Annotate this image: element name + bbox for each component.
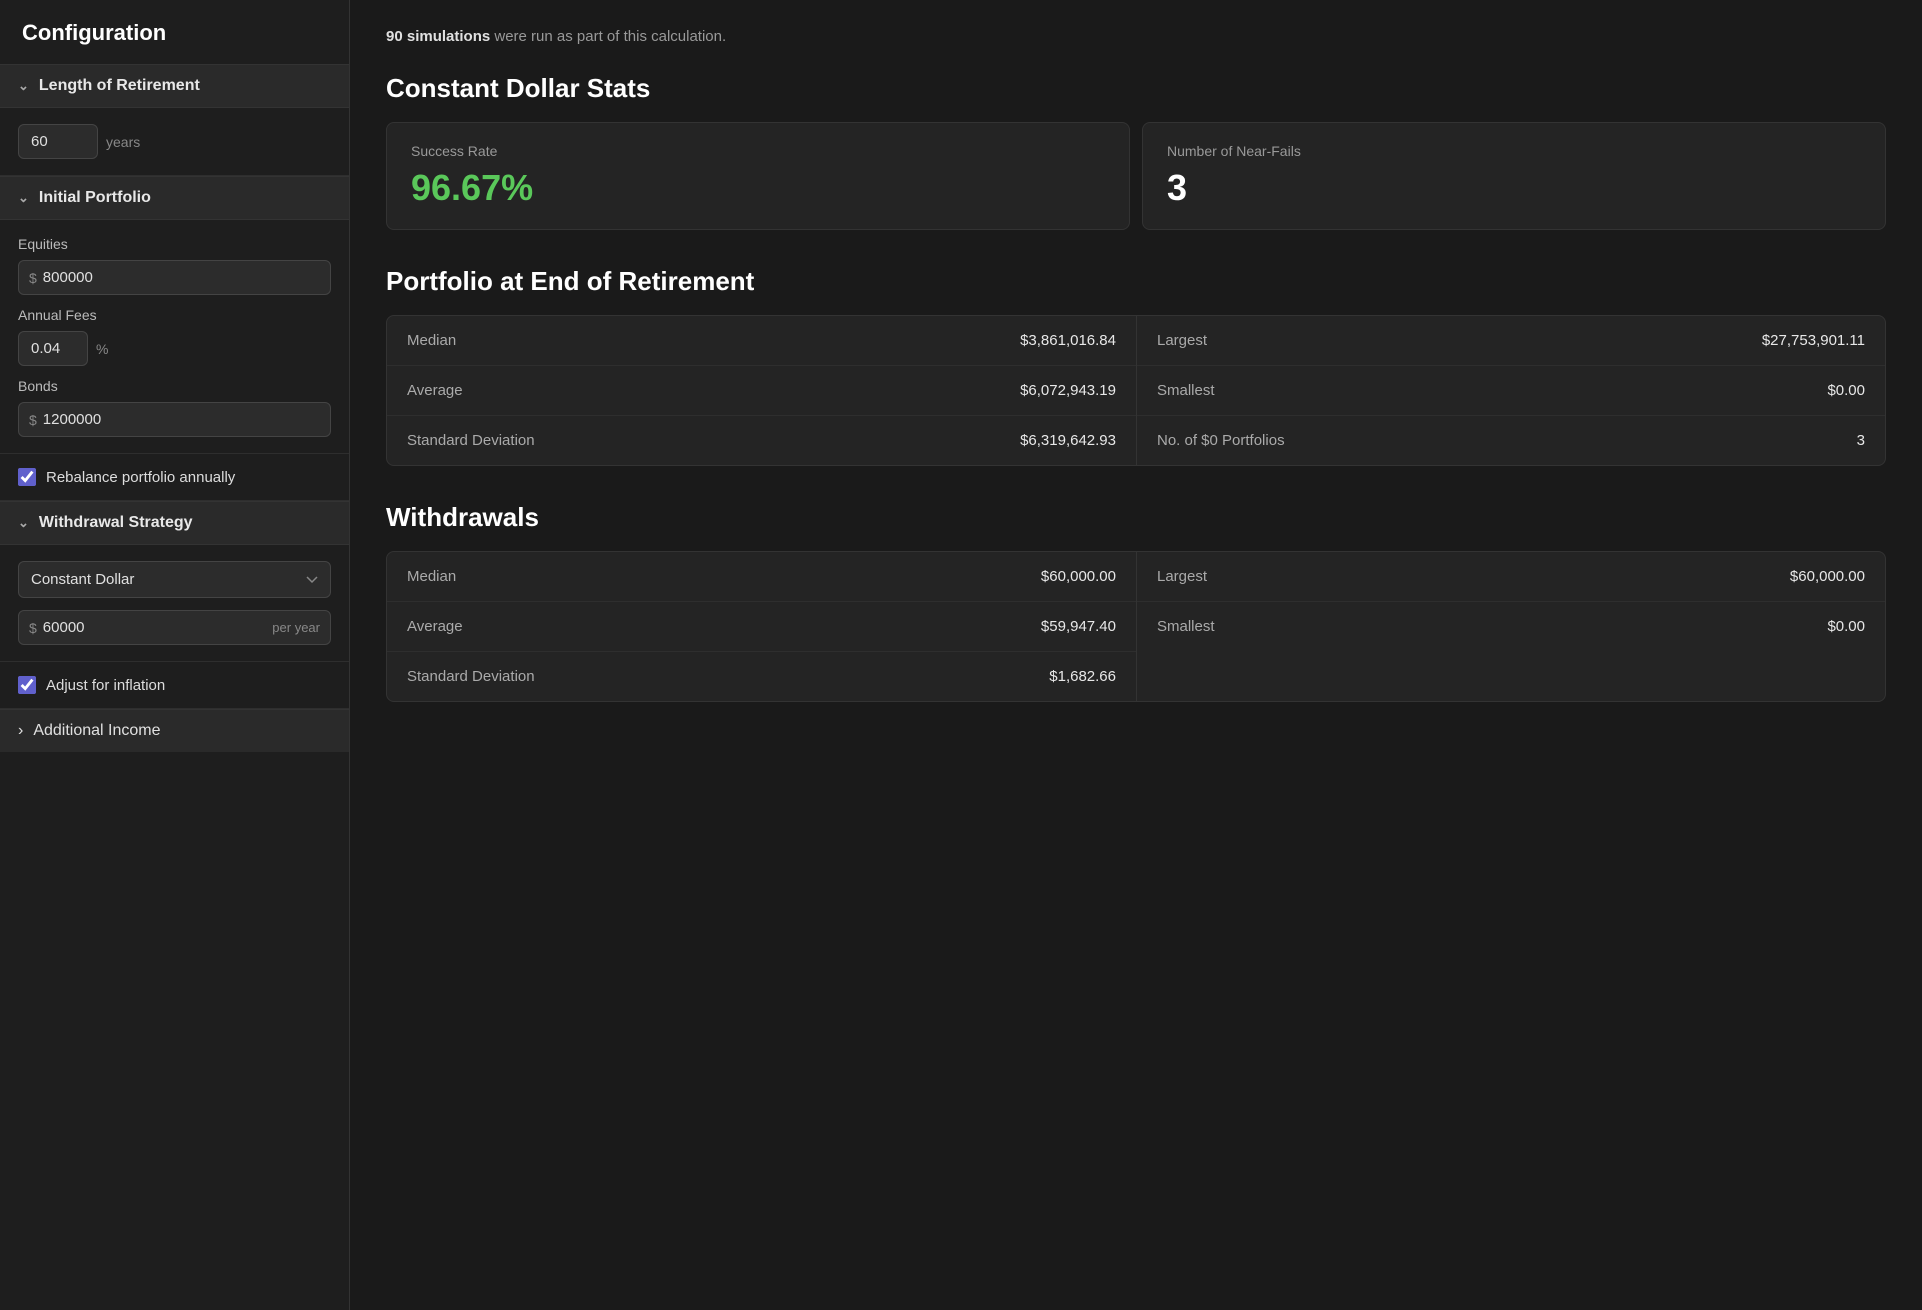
chevron-withdrawal-icon: ⌄ xyxy=(18,515,29,531)
length-of-retirement-body: years xyxy=(0,108,349,176)
annual-fees-input[interactable] xyxy=(18,331,88,366)
table-row: Average $6,072,943.19 xyxy=(387,366,1136,416)
row-label: Standard Deviation xyxy=(407,432,535,449)
table-row: Median $3,861,016.84 xyxy=(387,316,1136,366)
portfolio-left-col: Median $3,861,016.84 Average $6,072,943.… xyxy=(387,316,1136,465)
rebalance-label[interactable]: Rebalance portfolio annually xyxy=(46,469,235,486)
simulation-note: 90 simulations were run as part of this … xyxy=(386,28,1886,45)
row-label: Median xyxy=(407,568,456,585)
section-header-withdrawal[interactable]: ⌄ Withdrawal Strategy xyxy=(0,501,349,545)
bonds-input[interactable] xyxy=(43,411,320,428)
table-row: Largest $60,000.00 xyxy=(1137,552,1885,602)
main-content: 90 simulations were run as part of this … xyxy=(350,0,1922,1310)
near-fails-label: Number of Near-Fails xyxy=(1167,143,1861,159)
row-value: $27,753,901.11 xyxy=(1762,332,1865,349)
row-value: $0.00 xyxy=(1827,618,1865,635)
portfolio-right-col: Largest $27,753,901.11 Smallest $0.00 No… xyxy=(1136,316,1885,465)
inflation-checkbox[interactable] xyxy=(18,676,36,694)
section-label-length-of-retirement: Length of Retirement xyxy=(39,77,200,95)
portfolio-table-inner: Median $3,861,016.84 Average $6,072,943.… xyxy=(387,316,1885,465)
annual-fees-pct: % xyxy=(96,341,108,357)
annual-fees-label: Annual Fees xyxy=(18,307,331,323)
row-label: Average xyxy=(407,382,463,399)
row-label: Median xyxy=(407,332,456,349)
row-label: Standard Deviation xyxy=(407,668,535,685)
row-label: Smallest xyxy=(1157,618,1215,635)
table-row: Standard Deviation $1,682.66 xyxy=(387,652,1136,701)
chevron-portfolio-icon: ⌄ xyxy=(18,190,29,206)
row-value: $60,000.00 xyxy=(1041,568,1116,585)
chevron-length-icon: ⌄ xyxy=(18,78,29,94)
table-row: Smallest $0.00 xyxy=(1137,366,1885,416)
equities-input-box: $ xyxy=(18,260,331,295)
sidebar: Configuration ⌄ Length of Retirement yea… xyxy=(0,0,350,1310)
withdrawal-suffix: per year xyxy=(272,620,320,635)
withdrawals-right-col: Largest $60,000.00 Smallest $0.00 xyxy=(1136,552,1885,701)
row-value: $6,072,943.19 xyxy=(1020,382,1116,399)
row-label: No. of $0 Portfolios xyxy=(1157,432,1285,449)
row-value: $3,861,016.84 xyxy=(1020,332,1116,349)
bonds-input-box: $ xyxy=(18,402,331,437)
section-label-initial-portfolio: Initial Portfolio xyxy=(39,189,151,207)
strategy-select[interactable]: Constant Dollar Percentage Dynamic xyxy=(18,561,331,598)
section-header-length-of-retirement[interactable]: ⌄ Length of Retirement xyxy=(0,64,349,108)
table-row: Largest $27,753,901.11 xyxy=(1137,316,1885,366)
withdrawal-prefix: $ xyxy=(29,620,37,636)
table-row: Smallest $0.00 xyxy=(1137,602,1885,651)
withdrawals-title: Withdrawals xyxy=(386,502,1886,533)
row-value: $1,682.66 xyxy=(1049,668,1116,685)
withdrawals-table-inner: Median $60,000.00 Average $59,947.40 Sta… xyxy=(387,552,1885,701)
rebalance-checkbox-row[interactable]: Rebalance portfolio annually xyxy=(0,454,349,501)
withdrawal-amount-box: $ per year xyxy=(18,610,331,645)
portfolio-end-title: Portfolio at End of Retirement xyxy=(386,266,1886,297)
inflation-checkbox-row[interactable]: Adjust for inflation xyxy=(0,662,349,709)
equities-input[interactable] xyxy=(43,269,320,286)
success-rate-card: Success Rate 96.67% xyxy=(386,122,1130,230)
years-input-row: years xyxy=(18,124,331,159)
row-value: $6,319,642.93 xyxy=(1020,432,1116,449)
section-header-initial-portfolio[interactable]: ⌄ Initial Portfolio xyxy=(0,176,349,220)
bonds-prefix: $ xyxy=(29,412,37,428)
row-value: $60,000.00 xyxy=(1790,568,1865,585)
equities-prefix: $ xyxy=(29,270,37,286)
simulation-count: 90 simulations xyxy=(386,28,490,45)
inflation-label[interactable]: Adjust for inflation xyxy=(46,677,165,694)
table-row: Standard Deviation $6,319,642.93 xyxy=(387,416,1136,465)
years-input[interactable] xyxy=(18,124,98,159)
simulation-note-rest: were run as part of this calculation. xyxy=(490,28,726,45)
chevron-additional-icon: › xyxy=(18,722,23,740)
table-row: No. of $0 Portfolios 3 xyxy=(1137,416,1885,465)
annual-fees-row: % xyxy=(18,331,331,366)
equities-label: Equities xyxy=(18,236,331,252)
success-rate-label: Success Rate xyxy=(411,143,1105,159)
section-label-withdrawal: Withdrawal Strategy xyxy=(39,514,193,532)
table-row: Average $59,947.40 xyxy=(387,602,1136,652)
row-label: Smallest xyxy=(1157,382,1215,399)
section-label-additional-income: Additional Income xyxy=(33,722,160,740)
constant-dollar-title: Constant Dollar Stats xyxy=(386,73,1886,104)
withdrawal-amount-input[interactable] xyxy=(43,619,267,636)
withdrawals-left-col: Median $60,000.00 Average $59,947.40 Sta… xyxy=(387,552,1136,701)
row-label: Largest xyxy=(1157,332,1207,349)
row-value: $59,947.40 xyxy=(1041,618,1116,635)
row-label: Average xyxy=(407,618,463,635)
bonds-label: Bonds xyxy=(18,378,331,394)
sidebar-title: Configuration xyxy=(0,0,349,64)
near-fails-card: Number of Near-Fails 3 xyxy=(1142,122,1886,230)
section-header-additional-income[interactable]: › Additional Income xyxy=(0,709,349,752)
row-value: 3 xyxy=(1857,432,1865,449)
years-suffix: years xyxy=(106,134,140,150)
row-label: Largest xyxy=(1157,568,1207,585)
success-rate-value: 96.67% xyxy=(411,167,1105,209)
initial-portfolio-body: Equities $ Annual Fees % Bonds $ xyxy=(0,220,349,454)
rebalance-checkbox[interactable] xyxy=(18,468,36,486)
row-value: $0.00 xyxy=(1827,382,1865,399)
withdrawals-table: Median $60,000.00 Average $59,947.40 Sta… xyxy=(386,551,1886,702)
near-fails-value: 3 xyxy=(1167,167,1861,209)
withdrawal-strategy-body: Constant Dollar Percentage Dynamic $ per… xyxy=(0,545,349,662)
stats-grid: Success Rate 96.67% Number of Near-Fails… xyxy=(386,122,1886,230)
portfolio-table: Median $3,861,016.84 Average $6,072,943.… xyxy=(386,315,1886,466)
table-row: Median $60,000.00 xyxy=(387,552,1136,602)
